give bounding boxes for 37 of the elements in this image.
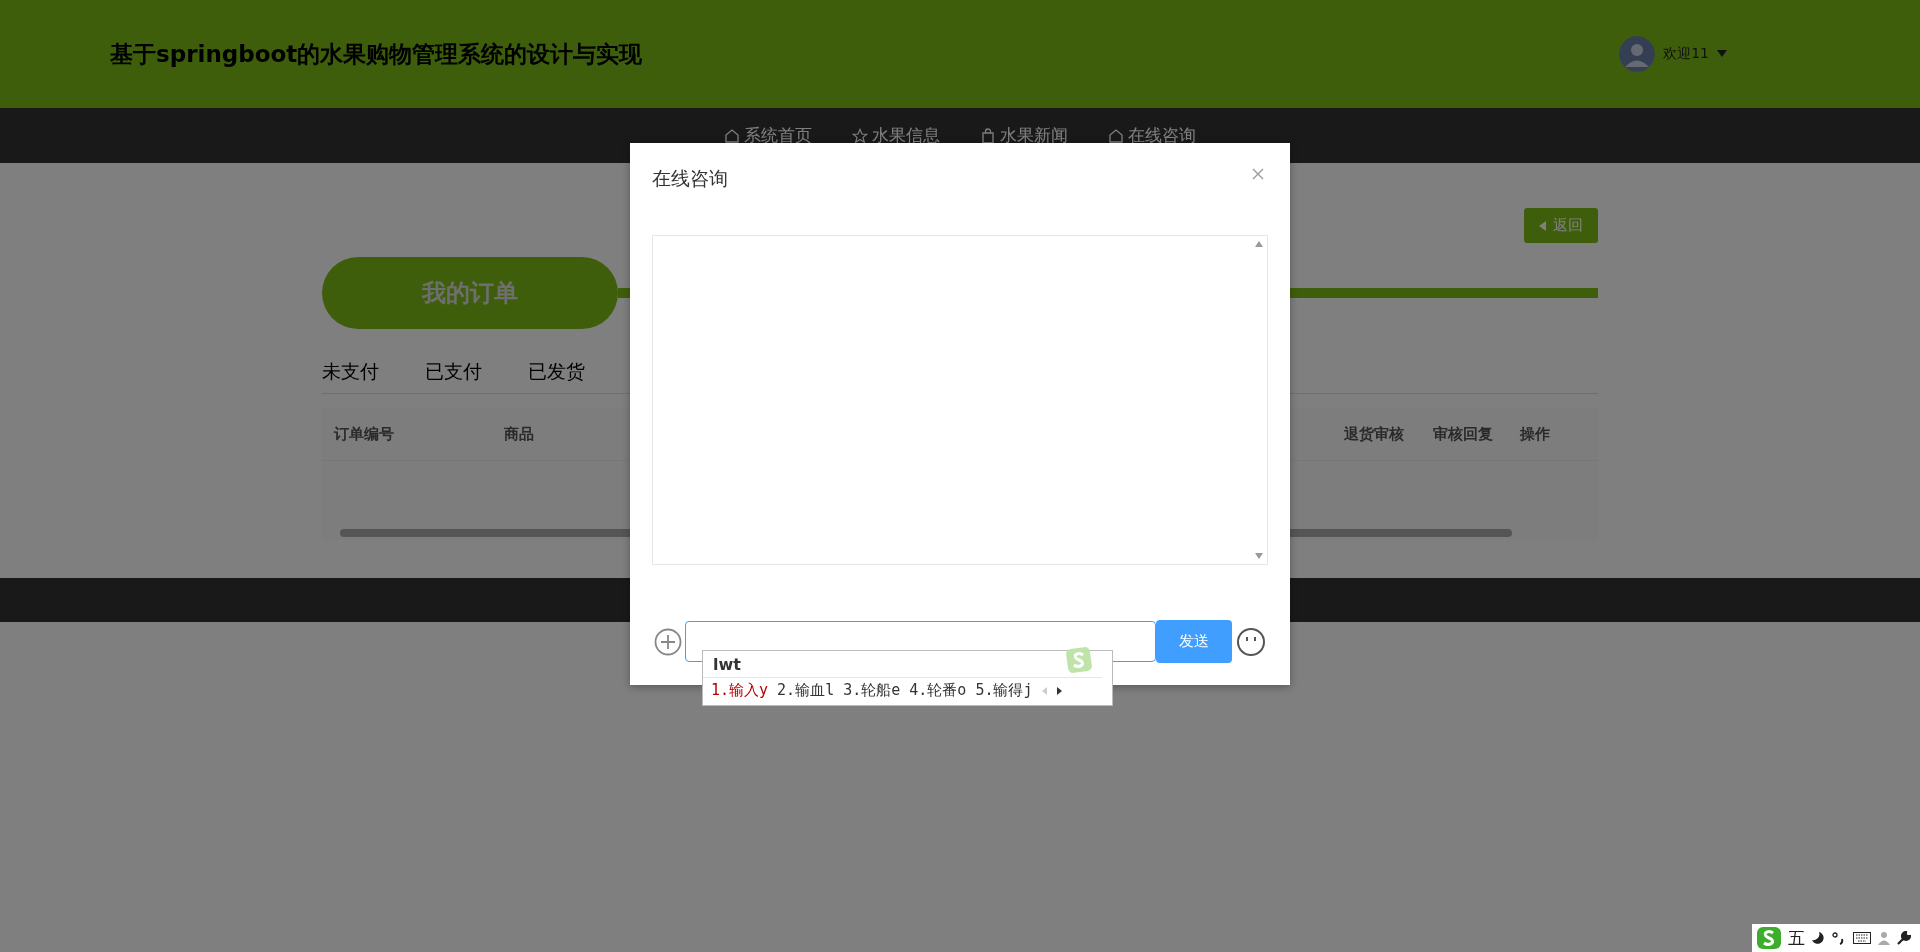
scroll-down-icon[interactable]: [1255, 553, 1263, 559]
caret-icon: [1539, 220, 1547, 231]
ime-candidate[interactable]: 2.输血l: [777, 681, 835, 700]
ime-candidate[interactable]: 1.输入y: [711, 681, 769, 700]
input-mode[interactable]: 五: [1788, 926, 1805, 950]
order-tab[interactable]: 已支付: [425, 359, 482, 385]
column-header: 审核回复: [1433, 424, 1493, 444]
ime-candidate[interactable]: 4.轮番o: [909, 681, 967, 700]
plus-icon[interactable]: [654, 627, 682, 656]
nav-link[interactable]: 水果新闻: [980, 124, 1068, 147]
ime-composition: lwt: [713, 654, 741, 674]
caret-icon[interactable]: [1717, 50, 1727, 58]
ime-candidate[interactable]: 3.轮船e: [843, 681, 901, 700]
nav-link[interactable]: 在线咨询: [1108, 124, 1196, 147]
page-arrows-icon[interactable]: [1041, 684, 1064, 697]
order-tab[interactable]: 未支付: [322, 359, 379, 385]
send-button[interactable]: 发送: [1156, 620, 1232, 663]
avatar-icon[interactable]: [1619, 36, 1656, 72]
person-icon[interactable]: [1877, 931, 1891, 945]
column-header: 操作: [1520, 424, 1550, 444]
wrench-icon[interactable]: [1897, 931, 1911, 945]
column-header: 订单编号: [334, 424, 394, 444]
order-tab[interactable]: 已发货: [528, 359, 585, 385]
site-title: 基于springboot的水果购物管理系统的设计与实现: [110, 39, 643, 69]
moon-icon[interactable]: [1811, 931, 1825, 945]
close-icon[interactable]: [1252, 168, 1264, 180]
column-header: 商品: [504, 424, 534, 444]
nav-link[interactable]: 系统首页: [724, 124, 812, 147]
face-icon[interactable]: [1236, 626, 1266, 657]
nav-link[interactable]: 水果信息: [852, 124, 940, 147]
section-title: 我的订单: [322, 257, 618, 329]
keyboard-icon[interactable]: [1853, 932, 1871, 944]
ime-candidate[interactable]: 5.输得j: [975, 681, 1033, 700]
dialog-title: 在线咨询: [652, 166, 728, 191]
scroll-up-icon[interactable]: [1255, 241, 1263, 247]
s-logo-icon[interactable]: [1756, 926, 1782, 950]
column-header: 退货审核: [1344, 424, 1404, 444]
